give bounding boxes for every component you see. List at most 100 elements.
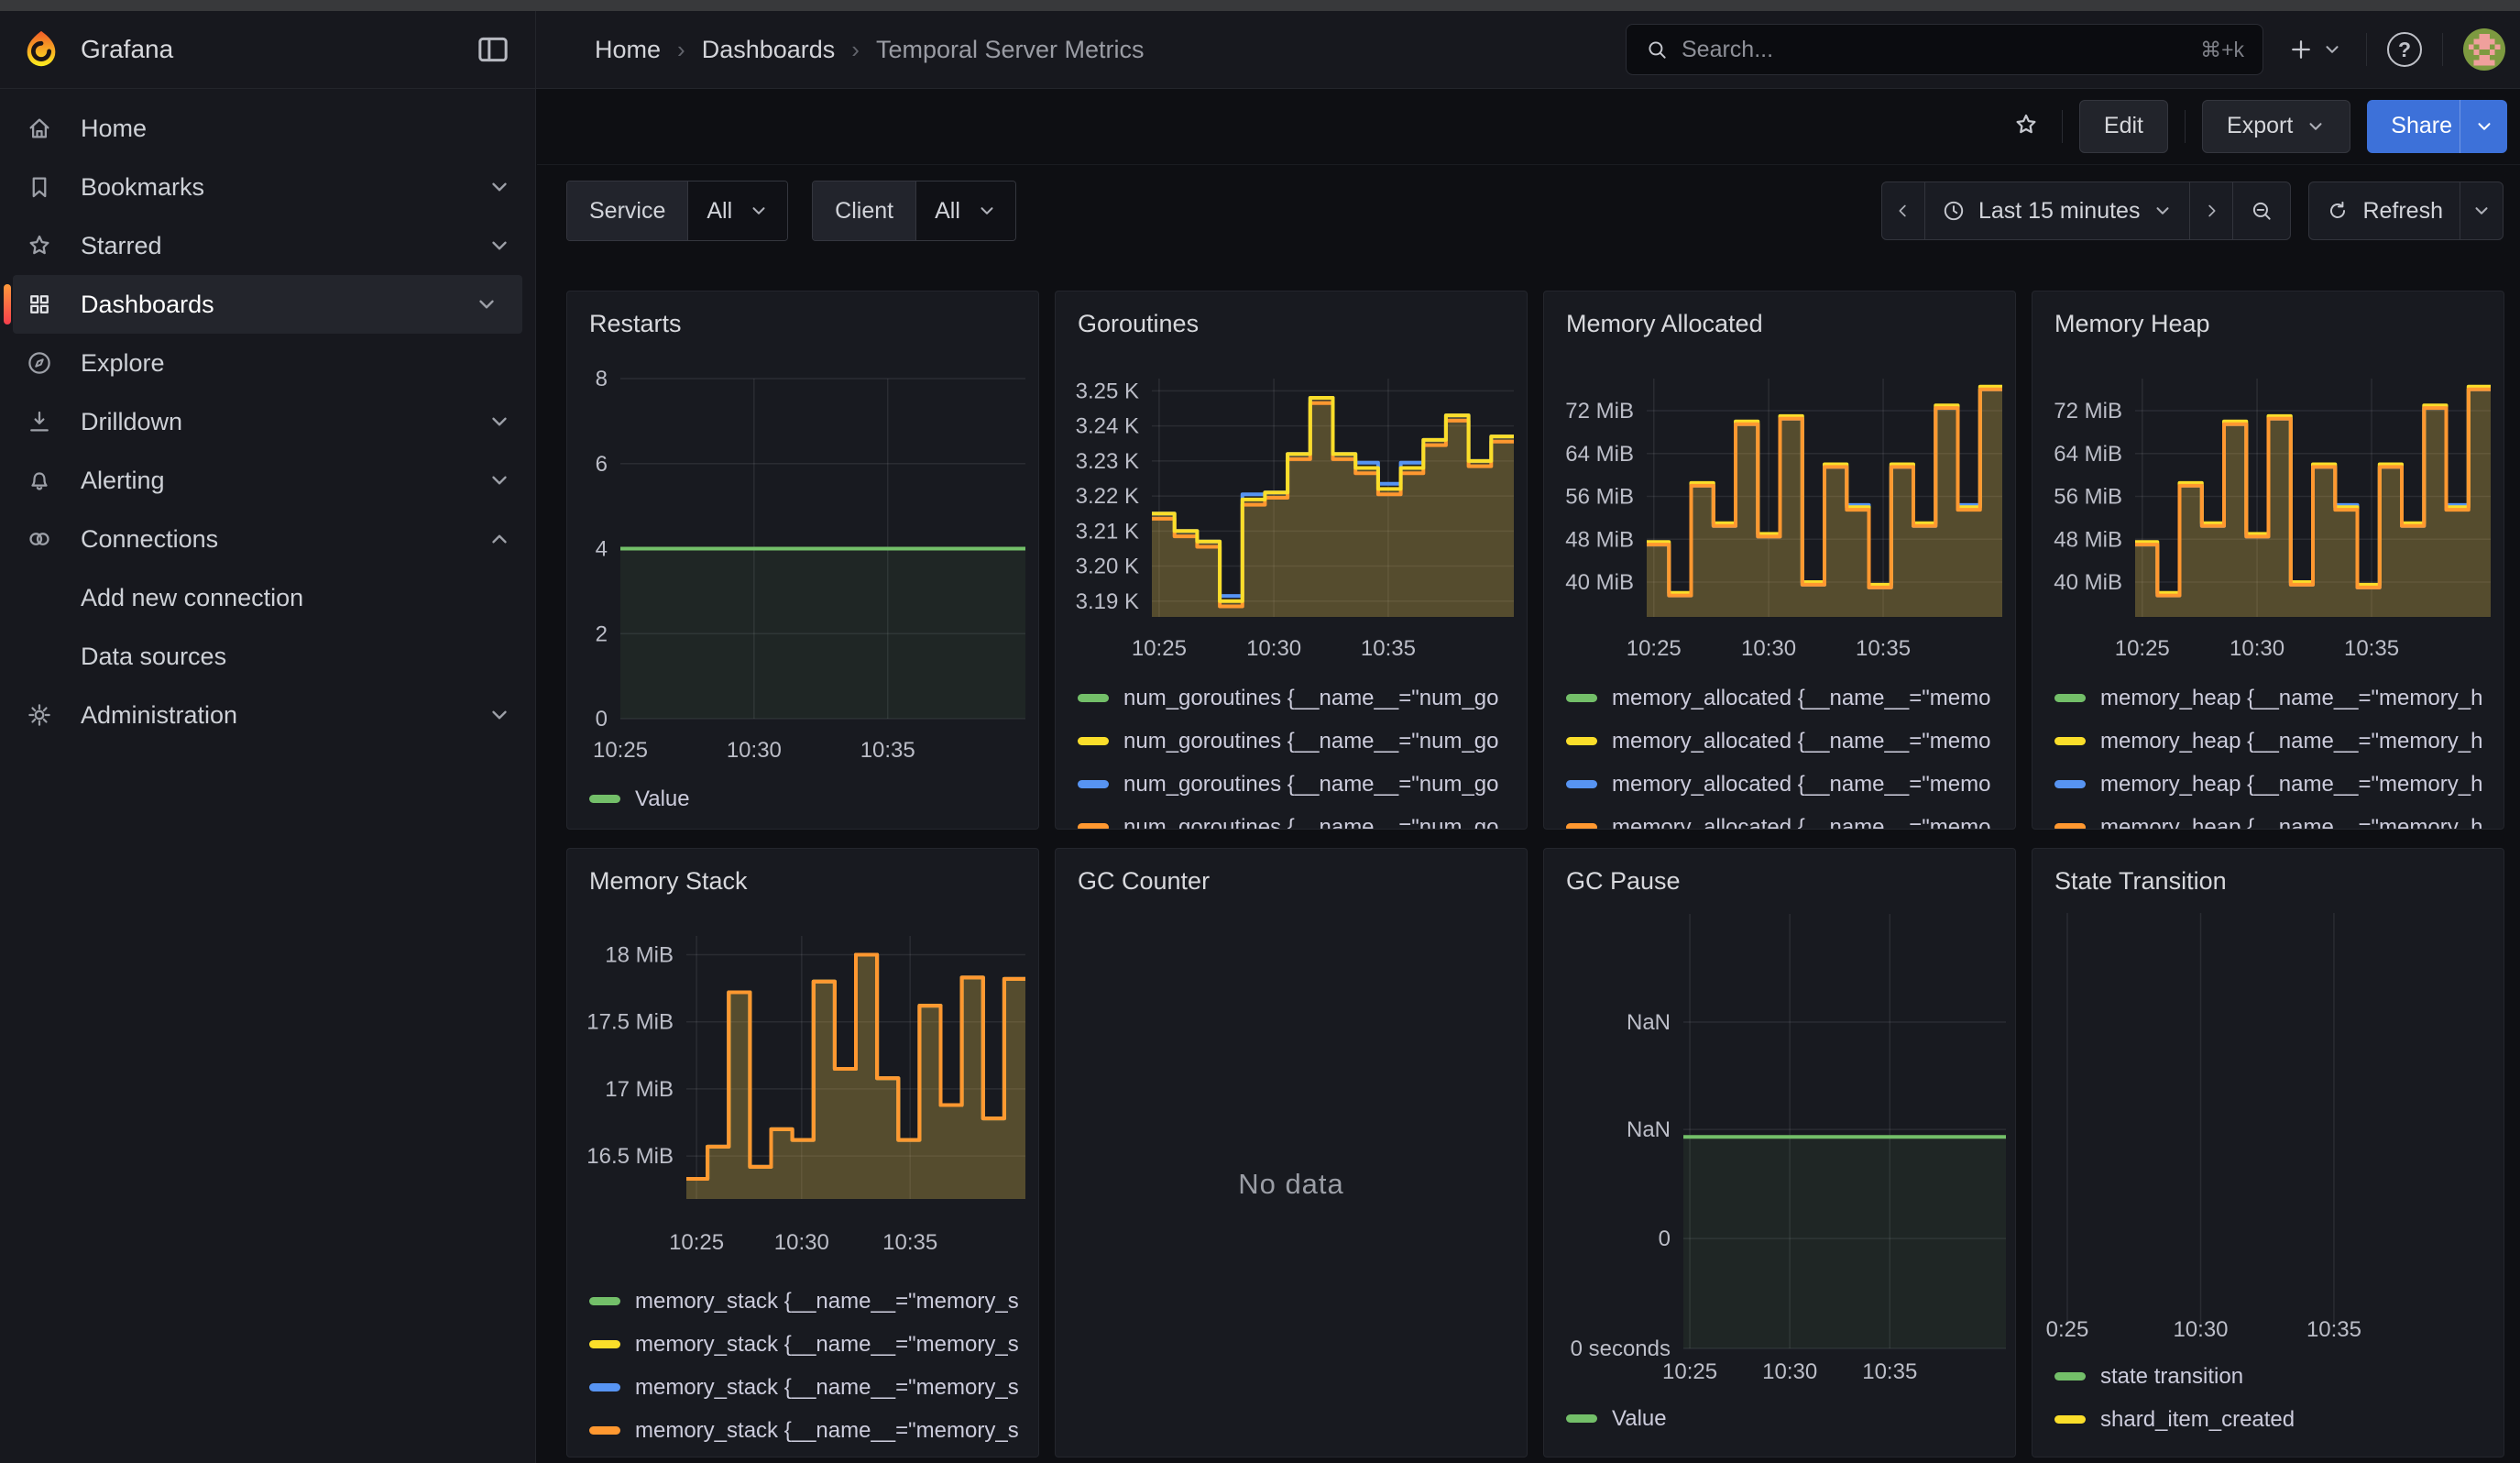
breadcrumb-home[interactable]: Home (595, 36, 661, 64)
legend-label: Value (635, 786, 690, 812)
legend-item[interactable]: memory_heap {__name__="memory_h (2054, 763, 2496, 806)
legend-swatch (1078, 780, 1109, 788)
sidebar-item-connections[interactable]: Connections (0, 510, 535, 568)
legend-label: memory_heap {__name__="memory_h (2100, 686, 2482, 711)
time-shift-forward-button[interactable] (2189, 182, 2233, 240)
sidebar-item-explore[interactable]: Explore (0, 334, 535, 392)
legend-item[interactable]: memory_stack {__name__="memory_s (589, 1280, 1031, 1323)
sidebar-item-drilldown[interactable]: Drilldown (0, 392, 535, 451)
legend-item[interactable]: Value (589, 777, 1031, 820)
legend-item[interactable]: memory_heap {__name__="memory_h (2054, 720, 2496, 763)
svg-text:3.23 K: 3.23 K (1076, 449, 1139, 474)
zoom-out-button[interactable] (2232, 182, 2291, 240)
legend-item[interactable]: memory_allocated {__name__="memo (1566, 720, 2008, 763)
star-icon (2012, 111, 2040, 138)
legend-item[interactable]: state transition (2054, 1355, 2496, 1398)
sidebar-nav: HomeBookmarksStarred Dashboards ExploreDri… (0, 88, 536, 1463)
legend-item[interactable]: Value (1566, 1397, 2008, 1440)
legend-label: memory_allocated {__name__="memo (1612, 729, 1990, 754)
legend-item[interactable]: memory_stack {__name__="memory_s (589, 1366, 1031, 1409)
legend-item[interactable]: num_goroutines {__name__="num_go (1078, 806, 1519, 830)
legend-item[interactable]: shard_item_created (2054, 1398, 2496, 1441)
legend: Value (1566, 1397, 2008, 1440)
service-variable[interactable]: Service All (566, 181, 788, 241)
sidebar-item-home[interactable]: Home (0, 99, 535, 158)
svg-text:10:30: 10:30 (1762, 1359, 1817, 1384)
panel-state-transition[interactable]: 0:2510:3010:35 State Transition state tr… (2032, 848, 2504, 1458)
panel-goroutines[interactable]: 3.25 K3.24 K3.23 K3.22 K3.21 K3.20 K3.19… (1055, 291, 1528, 830)
panel-gc-pause[interactable]: NaNNaN00 seconds10:2510:3010:35 GC Pause… (1543, 848, 2016, 1458)
legend-label: memory_heap {__name__="memory_h (2100, 729, 2482, 754)
svg-text:56 MiB: 56 MiB (2054, 485, 2122, 510)
panel-memory-stack[interactable]: 18 MiB17.5 MiB17 MiB16.5 MiB10:2510:3010… (566, 848, 1039, 1458)
time-range-button[interactable]: Last 15 minutes (1924, 182, 2191, 240)
sidebar-item-dashboards[interactable]: Dashboards (13, 275, 522, 334)
chevron-up-icon (488, 527, 511, 551)
legend-item[interactable]: memory_heap {__name__="memory_h (2054, 806, 2496, 830)
help-button[interactable]: ? (2387, 32, 2422, 67)
legend-item[interactable]: num_goroutines {__name__="num_go (1078, 720, 1519, 763)
grafana-logo-icon[interactable] (20, 28, 62, 71)
legend-item[interactable]: num_goroutines {__name__="num_go (1078, 763, 1519, 806)
service-variable-value[interactable]: All (687, 182, 787, 240)
legend-swatch (2054, 1415, 2086, 1424)
panel-memory-allocated[interactable]: 72 MiB64 MiB56 MiB48 MiB40 MiB10:2510:30… (1543, 291, 2016, 830)
divider (2062, 110, 2063, 143)
divider (2366, 33, 2367, 66)
legend-swatch (2054, 737, 2086, 745)
sidebar-item-bookmarks[interactable]: Bookmarks (0, 158, 535, 216)
legend-label: memory_allocated {__name__="memo (1612, 815, 1990, 830)
legend-item[interactable]: num_goroutines {__name__="num_go (1078, 676, 1519, 720)
edit-button[interactable]: Edit (2079, 100, 2168, 153)
legend-swatch (1566, 780, 1597, 788)
plus-icon (2287, 36, 2315, 63)
chevron-down-icon (977, 201, 997, 221)
panel-gc-counter[interactable]: GC Counter No data (1055, 848, 1528, 1458)
favorite-star-button[interactable] (2007, 110, 2045, 142)
sidebar-item-label: Dashboards (81, 291, 475, 319)
svg-text:10:30: 10:30 (1246, 636, 1301, 661)
chevron-down-icon (475, 292, 499, 316)
client-variable[interactable]: Client All (812, 181, 1016, 241)
legend: num_goroutines {__name__="num_gonum_goro… (1078, 676, 1519, 830)
legend-item[interactable]: memory_stack {__name__="memory_s (589, 1323, 1031, 1366)
time-shift-back-button[interactable] (1881, 182, 1925, 240)
sidebar-item-administration[interactable]: Administration (0, 686, 535, 744)
legend-item[interactable]: memory_allocated {__name__="memo (1566, 763, 2008, 806)
chevron-right-icon (2201, 201, 2221, 221)
legend-item[interactable]: memory_heap {__name__="memory_h (2054, 676, 2496, 720)
legend-item[interactable]: memory_stack {__name__="memory_s (589, 1409, 1031, 1452)
svg-text:3.19 K: 3.19 K (1076, 589, 1139, 614)
refresh-interval-button[interactable] (2460, 182, 2504, 240)
add-button[interactable] (2284, 32, 2346, 67)
client-variable-value[interactable]: All (915, 182, 1015, 240)
sidebar-item-add-new-connection[interactable]: Add new connection (0, 568, 535, 627)
legend-label: memory_allocated {__name__="memo (1612, 686, 1990, 711)
legend-swatch (1078, 694, 1109, 702)
legend-swatch (1078, 823, 1109, 830)
home-icon (26, 115, 53, 142)
legend-swatch (2054, 1372, 2086, 1380)
search-input[interactable]: Search... ⌘+k (1626, 24, 2263, 75)
svg-text:64 MiB: 64 MiB (1565, 442, 1634, 467)
sidebar-item-starred[interactable]: Starred (0, 216, 535, 275)
legend: Value (589, 777, 1031, 820)
legend-item[interactable]: memory_allocated {__name__="memo (1566, 676, 2008, 720)
svg-text:3.22 K: 3.22 K (1076, 484, 1139, 509)
avatar[interactable] (2463, 28, 2505, 71)
topbar-right: Search... ⌘+k ? (1626, 11, 2520, 88)
svg-text:40 MiB: 40 MiB (1565, 570, 1634, 595)
export-button[interactable]: Export (2202, 100, 2350, 153)
share-dropdown-button[interactable] (2460, 100, 2507, 153)
legend-swatch (1566, 737, 1597, 745)
refresh-button[interactable]: Refresh (2308, 182, 2460, 240)
sidebar-item-data-sources[interactable]: Data sources (0, 627, 535, 686)
active-indicator (4, 284, 11, 324)
breadcrumb-dashboards[interactable]: Dashboards (702, 36, 836, 64)
panel-restarts[interactable]: 8642010:2510:3010:35 Restarts Value (566, 291, 1039, 830)
legend-item[interactable]: memory_allocated {__name__="memo (1566, 806, 2008, 830)
sidebar-item-alerting[interactable]: Alerting (0, 451, 535, 510)
panel-memory-heap[interactable]: 72 MiB64 MiB56 MiB48 MiB40 MiB10:2510:30… (2032, 291, 2504, 830)
sidebar-toggle-icon[interactable] (475, 31, 511, 68)
legend-swatch (2054, 780, 2086, 788)
